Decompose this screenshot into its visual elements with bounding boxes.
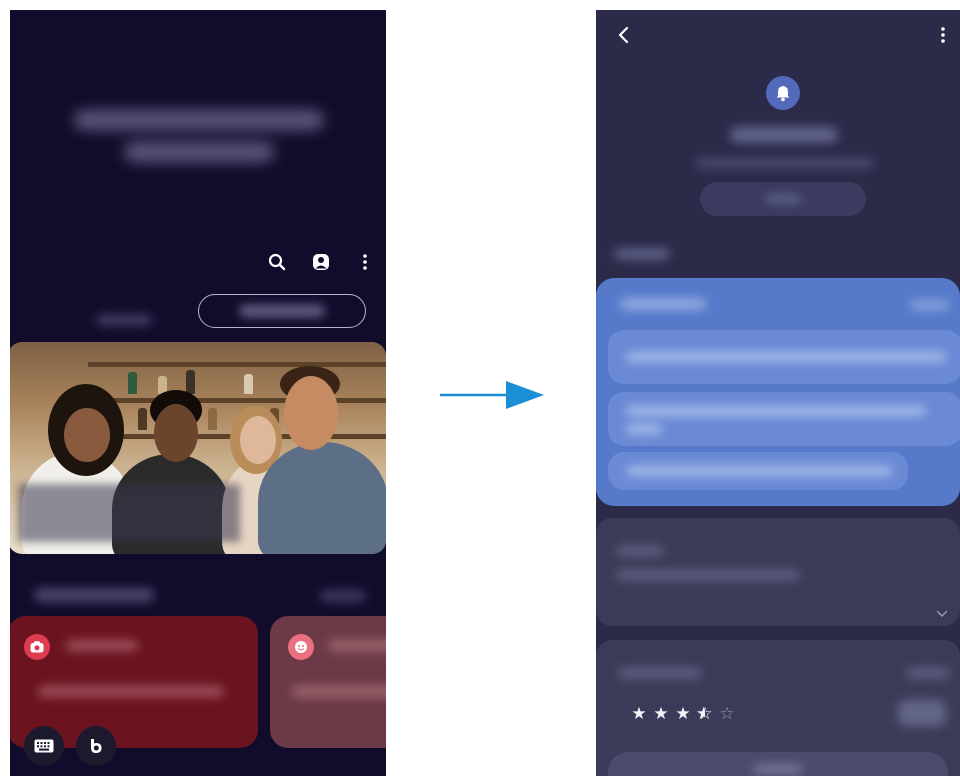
app-icon <box>766 76 800 110</box>
profile-icon <box>313 254 329 270</box>
profile-button[interactable] <box>306 247 336 277</box>
keyboard-icon <box>34 739 54 753</box>
description-bubble <box>608 452 908 490</box>
bixby-button[interactable] <box>76 726 116 766</box>
star-filled-icon: ★ <box>675 704 691 723</box>
description-bubble <box>608 330 960 384</box>
chevron-down-icon <box>936 610 948 617</box>
left-toolbar <box>262 242 380 282</box>
back-button[interactable] <box>608 20 638 50</box>
bell-icon <box>776 86 790 102</box>
highlighted-description-panel[interactable] <box>596 278 960 506</box>
more-options-button[interactable] <box>350 247 380 277</box>
section-more-link-blurred[interactable] <box>320 590 366 602</box>
face-icon <box>288 634 314 660</box>
hero-banner-image[interactable] <box>10 342 386 554</box>
section-title-blurred <box>34 588 154 602</box>
star-rating: ★ ★ ★ ☆ ★ ☆ <box>630 704 736 724</box>
install-button[interactable] <box>700 182 866 216</box>
tab-selected[interactable] <box>198 294 366 328</box>
star-half-icon: ☆ ★ <box>696 704 713 723</box>
description-bubble <box>608 392 960 446</box>
search-button[interactable] <box>262 247 292 277</box>
back-arrow-icon <box>618 26 629 44</box>
more-vertical-icon <box>941 27 945 43</box>
left-phone-screen <box>10 10 386 776</box>
hero-caption-blurred <box>18 484 240 542</box>
more-options-button[interactable] <box>928 20 958 50</box>
screenshot-stage: ★ ★ ★ ☆ ★ ☆ <box>0 0 960 776</box>
more-vertical-icon <box>363 254 367 270</box>
app-title-blurred <box>730 127 838 143</box>
search-icon <box>268 253 286 271</box>
star-empty-icon: ☆ <box>719 704 735 723</box>
star-filled-icon: ★ <box>653 704 669 723</box>
keyboard-button[interactable] <box>24 726 64 766</box>
info-card[interactable] <box>596 518 960 626</box>
camera-icon <box>24 634 50 660</box>
section-label-blurred <box>614 248 670 260</box>
bixby-icon <box>91 739 102 753</box>
transition-arrow-icon <box>440 381 544 409</box>
feature-card-face[interactable] <box>270 616 386 748</box>
rating-score-blurred <box>898 700 946 726</box>
bottom-action-button[interactable] <box>608 752 948 776</box>
right-phone-screen: ★ ★ ★ ☆ ★ ☆ <box>596 10 960 776</box>
tab-unselected[interactable] <box>86 308 162 332</box>
app-subtitle-blurred <box>696 158 874 168</box>
star-filled-icon: ★ <box>631 704 647 723</box>
